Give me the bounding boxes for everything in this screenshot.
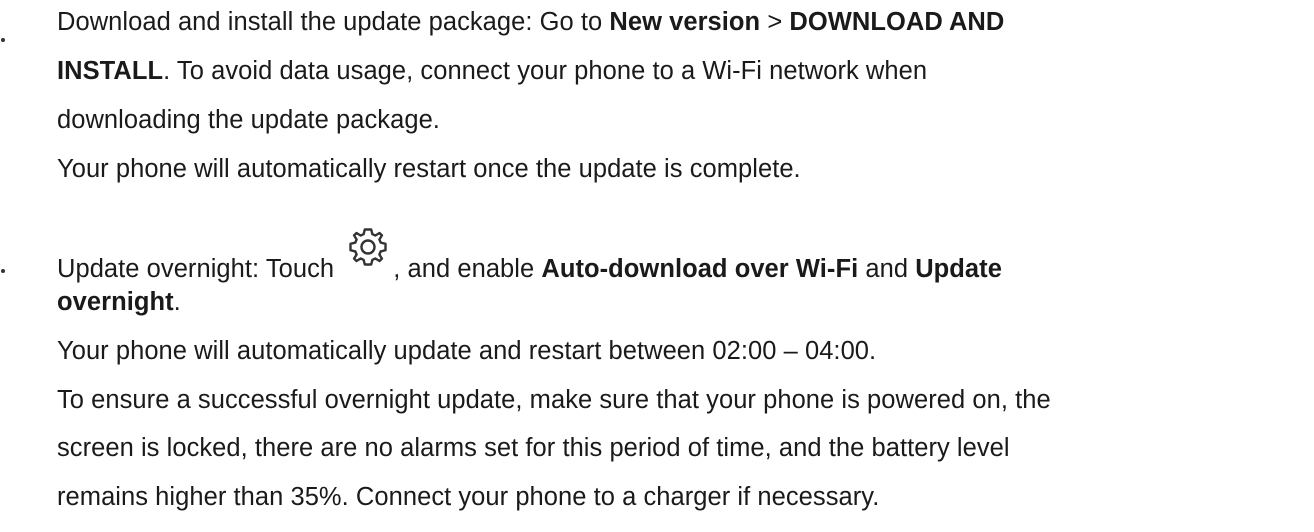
bold-auto-download: Auto-download over Wi-Fi bbox=[541, 255, 859, 283]
text: , and enable bbox=[393, 255, 542, 283]
text: screen is locked, there are no alarms se… bbox=[57, 434, 1010, 462]
text: . To avoid data usage, connect your phon… bbox=[163, 57, 928, 85]
bullet-dot bbox=[1, 38, 5, 42]
text-line: INSTALL. To avoid data usage, connect yo… bbox=[57, 56, 927, 86]
text: and bbox=[858, 255, 916, 283]
text: To ensure a successful overnight update,… bbox=[57, 386, 1051, 414]
document-body: Download and install the update package:… bbox=[0, 0, 1314, 532]
text-line: Your phone will automatically update and… bbox=[57, 336, 876, 366]
text-line: downloading the update package. bbox=[57, 105, 440, 135]
text: downloading the update package. bbox=[57, 106, 440, 134]
bullet-dot bbox=[1, 269, 5, 273]
bold-download-install: DOWNLOAD AND bbox=[789, 8, 1005, 36]
text: Your phone will automatically restart on… bbox=[57, 155, 801, 183]
text-line: Download and install the update package:… bbox=[57, 7, 1004, 37]
bold-update-overnight: overnight bbox=[57, 288, 174, 316]
text-line: remains higher than 35%. Connect your ph… bbox=[57, 482, 879, 512]
gear-icon bbox=[347, 226, 389, 268]
text: Your phone will automatically update and… bbox=[57, 337, 877, 365]
text: remains higher than 35%. Connect your ph… bbox=[57, 483, 880, 511]
text-line: Your phone will automatically restart on… bbox=[57, 154, 801, 184]
text: . bbox=[173, 288, 181, 316]
text: Download and install the update package:… bbox=[57, 8, 610, 36]
text-line: Update overnight: Touch , and enable Aut… bbox=[57, 228, 1002, 284]
text-line: screen is locked, there are no alarms se… bbox=[57, 433, 1010, 463]
text-line: To ensure a successful overnight update,… bbox=[57, 385, 1051, 415]
bold-download-install: INSTALL bbox=[57, 57, 164, 85]
text: Update overnight: Touch bbox=[57, 255, 342, 283]
text: > bbox=[760, 8, 790, 36]
text-line: overnight. bbox=[57, 287, 181, 317]
bold-update-overnight: Update bbox=[915, 255, 1002, 283]
bold-new-version: New version bbox=[609, 8, 761, 36]
